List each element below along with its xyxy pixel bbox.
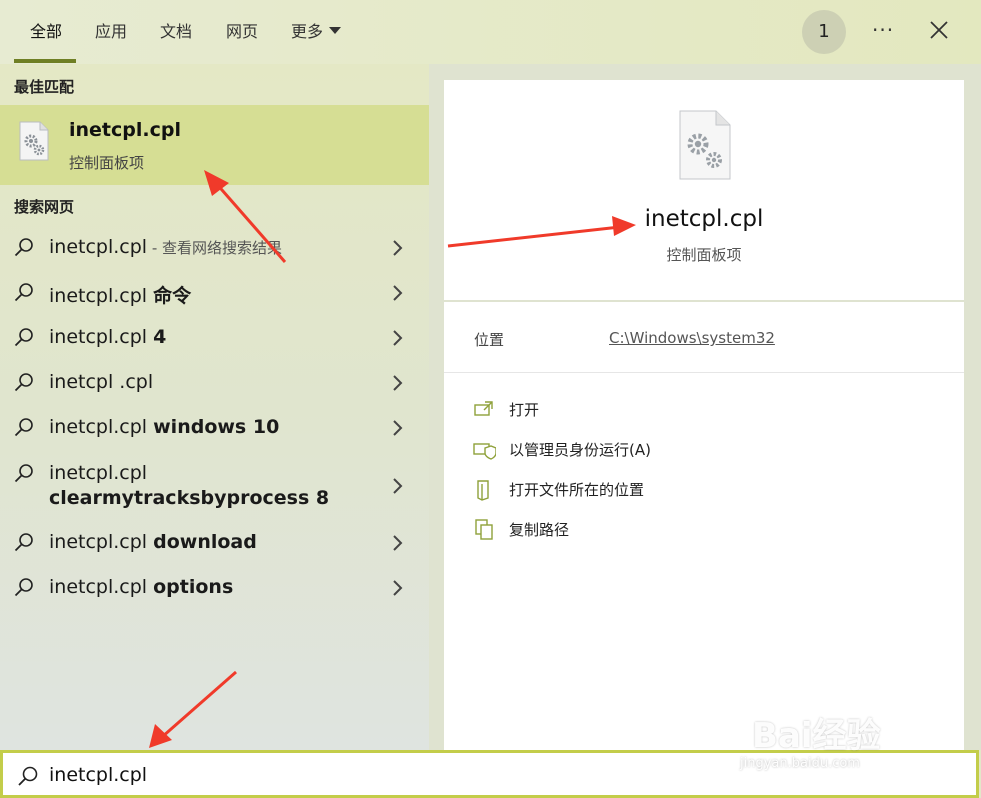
- web-result-hint: - 查看网络搜索结果: [147, 239, 283, 257]
- chevron-right-icon: [393, 478, 403, 494]
- web-result-query: inetcpl.cpl: [49, 576, 154, 598]
- location-link[interactable]: C:\Windows\system32: [609, 329, 775, 347]
- close-icon[interactable]: [928, 18, 950, 42]
- web-result-suggestion: clearmytracksbyprocess 8: [49, 487, 330, 509]
- web-result-row[interactable]: inetcpl .cpl: [0, 361, 429, 406]
- divider: [444, 372, 964, 373]
- web-result-suggestion: download: [153, 531, 257, 553]
- web-result-query: inetcpl.cpl: [49, 462, 148, 484]
- chevron-right-icon: [393, 420, 403, 436]
- ellipsis-icon[interactable]: ···: [872, 18, 894, 42]
- search-input[interactable]: inetcpl.cpl: [49, 764, 147, 786]
- web-result-query: inetcpl .cpl: [49, 371, 154, 393]
- best-match-name: inetcpl.cpl: [69, 119, 181, 141]
- web-result-suggestion: options: [153, 576, 234, 598]
- baidu-watermark: Bai经验: [752, 716, 881, 756]
- folder-icon: [477, 480, 489, 501]
- web-result-row[interactable]: inetcpl.cpl 命令: [0, 271, 429, 316]
- settings-file-icon: [679, 110, 731, 180]
- search-icon: [18, 766, 38, 786]
- open-icon: [474, 401, 493, 416]
- baidu-watermark-url: jingyan.baidu.com: [740, 756, 860, 771]
- tab-web[interactable]: 网页: [226, 20, 258, 44]
- location-label: 位置: [474, 331, 505, 349]
- search-icon: [14, 533, 33, 552]
- best-match-subtitle: 控制面板项: [69, 154, 145, 172]
- web-result-row[interactable]: inetcpl.cpl 4: [0, 316, 429, 361]
- action-label: 以管理员身份运行(A): [509, 441, 651, 459]
- web-result-suggestion: 4: [153, 326, 167, 348]
- run-as-admin-action[interactable]: 以管理员身份运行(A): [472, 438, 672, 462]
- action-label: 打开: [509, 401, 540, 419]
- web-result-text: inetcpl.cpl 4: [49, 326, 166, 348]
- web-result-query: inetcpl.cpl: [49, 326, 154, 348]
- tab-more[interactable]: 更多: [291, 20, 342, 44]
- action-label: 复制路径: [509, 521, 570, 539]
- detail-title: inetcpl.cpl: [644, 206, 764, 232]
- web-search-heading: 搜索网页: [14, 198, 75, 216]
- copy-path-action[interactable]: 复制路径: [472, 518, 672, 542]
- active-tab-indicator: [14, 59, 76, 63]
- web-result-row[interactable]: inetcpl.cpl download: [0, 521, 429, 566]
- web-result-row[interactable]: inetcpl.cpl - 查看网络搜索结果: [0, 226, 429, 271]
- tab-apps[interactable]: 应用: [95, 20, 127, 44]
- search-icon: [14, 283, 33, 302]
- tab-more-label: 更多: [291, 22, 324, 41]
- open-action[interactable]: 打开: [472, 398, 672, 422]
- search-icon: [14, 328, 33, 347]
- web-result-row[interactable]: inetcpl.cpl options: [0, 566, 429, 611]
- web-result-text: inetcpl .cpl: [49, 371, 153, 393]
- copy-icon: [475, 519, 493, 540]
- web-result-row[interactable]: inetcpl.cpl clearmytracksbyprocess 8: [0, 451, 429, 521]
- tab-all[interactable]: 全部: [30, 20, 62, 44]
- chevron-right-icon: [393, 375, 403, 391]
- shield-icon: [473, 443, 496, 460]
- web-result-query: inetcpl.cpl: [49, 236, 148, 258]
- best-match-item[interactable]: inetcpl.cpl 控制面板项: [0, 105, 429, 185]
- search-icon: [14, 578, 33, 597]
- best-match-heading: 最佳匹配: [14, 78, 75, 96]
- detail-subtitle: 控制面板项: [666, 246, 742, 264]
- open-file-location-action[interactable]: 打开文件所在的位置: [472, 478, 672, 502]
- web-result-query: inetcpl.cpl: [49, 416, 154, 438]
- chevron-right-icon: [393, 535, 403, 551]
- search-scope-tabbar: 全部 应用 文档 网页 更多 1 ···: [0, 0, 981, 64]
- chevron-right-icon: [393, 240, 403, 256]
- web-result-query: inetcpl.cpl: [49, 285, 154, 307]
- web-result-text: inetcpl.cpl options: [49, 576, 233, 598]
- caret-down-icon: [329, 27, 342, 34]
- action-label: 打开文件所在的位置: [509, 481, 645, 499]
- web-result-query: inetcpl.cpl: [49, 531, 154, 553]
- chevron-right-icon: [393, 330, 403, 346]
- web-result-text: inetcpl.cpl windows 10: [49, 416, 279, 438]
- settings-file-icon: [19, 121, 49, 161]
- web-result-row[interactable]: inetcpl.cpl windows 10: [0, 406, 429, 451]
- search-icon: [14, 373, 33, 392]
- reward-points-badge[interactable]: 1: [802, 10, 846, 54]
- search-icon: [14, 418, 33, 437]
- tab-documents[interactable]: 文档: [160, 20, 192, 44]
- web-result-suggestion: windows 10: [153, 416, 280, 438]
- chevron-right-icon: [393, 580, 403, 596]
- search-icon: [14, 238, 33, 257]
- web-result-text: inetcpl.cpl download: [49, 531, 257, 553]
- web-result-suggestion: 命令: [153, 285, 192, 307]
- web-result-text: inetcpl.cpl 命令: [49, 281, 191, 308]
- web-result-text: inetcpl.cpl - 查看网络搜索结果: [49, 236, 282, 258]
- search-icon: [14, 464, 33, 483]
- chevron-right-icon: [393, 285, 403, 301]
